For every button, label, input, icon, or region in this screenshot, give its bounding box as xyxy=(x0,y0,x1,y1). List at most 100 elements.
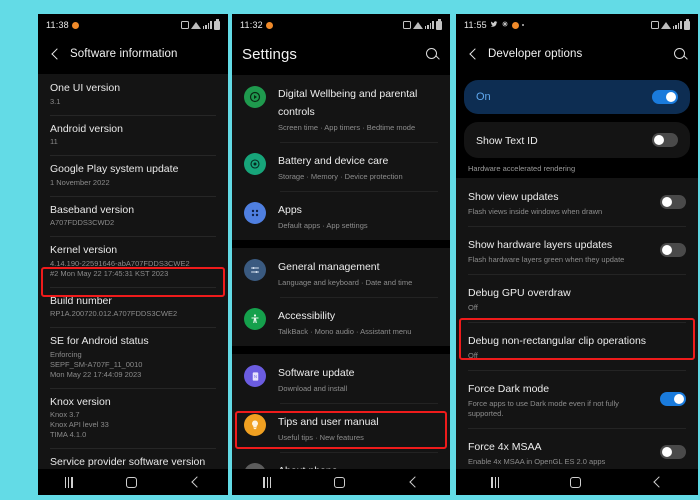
list-item[interactable]: Knox version Knox 3.7 Knox API level 33 … xyxy=(38,387,228,449)
status-bar: 11:55 xyxy=(456,14,698,36)
phone-panel-developer-options: 11:55 Developer options On Show Text ID … xyxy=(456,14,698,495)
list-item[interactable]: Google Play system update 1 November 202… xyxy=(38,155,228,196)
item-subtitle: Useful tips · New features xyxy=(278,433,364,442)
item-subtitle: Off xyxy=(468,351,478,360)
list-item[interactable]: Kernel version 4.14.190-22591646-abA707F… xyxy=(38,236,228,287)
software-info-list[interactable]: One UI version 3.1 Android version 11 Go… xyxy=(38,74,228,469)
navigation-bar xyxy=(38,469,228,495)
item-title: Build number xyxy=(50,294,112,307)
list-item-build-number[interactable]: Build number RP1A.200720.012.A707FDDS3CW… xyxy=(38,286,228,328)
dev-item-force-4x-msaa[interactable]: Force 4x MSAA Enable 4x MSAA in OpenGL E… xyxy=(456,428,698,469)
recent-apps-icon[interactable] xyxy=(64,476,73,488)
item-title: Digital Wellbeing and parental controls xyxy=(278,88,418,118)
chevron-left-icon[interactable] xyxy=(48,46,64,62)
settings-item-software-update[interactable]: N Software update Download and install xyxy=(232,354,450,403)
wifi-icon xyxy=(412,21,423,29)
show-view-updates-toggle[interactable] xyxy=(660,195,686,209)
force-dark-mode-toggle[interactable] xyxy=(660,392,686,406)
developer-options-master-toggle-row[interactable]: On xyxy=(464,80,690,114)
item-title: Force 4x MSAA xyxy=(468,441,542,453)
phone-panel-settings: 11:32 Settings Digital Wellbeing and par… xyxy=(232,14,450,495)
force-4x-msaa-toggle[interactable] xyxy=(660,445,686,459)
home-icon[interactable] xyxy=(570,476,582,488)
alarm-icon xyxy=(650,21,659,29)
signal-icon xyxy=(672,21,682,29)
list-item[interactable]: Android version 11 xyxy=(38,114,228,156)
notification-dot-icon xyxy=(511,21,519,29)
notification-dot-icon xyxy=(265,21,273,29)
item-subtitle: Language and keyboard · Date and time xyxy=(278,278,413,287)
item-title: Debug GPU overdraw xyxy=(468,287,571,299)
item-title: One UI version xyxy=(50,82,121,94)
item-subtitle: 1 November 2022 xyxy=(50,177,110,187)
settings-item-accessibility[interactable]: Accessibility TalkBack · Mono audio · As… xyxy=(232,297,450,346)
more-notifications-icon xyxy=(521,24,524,26)
item-subtitle: 4.14.190-22591646-abA707FDDS3CWE2 #2 Mon… xyxy=(50,258,190,278)
section-header-hardware-accelerated-rendering: Hardware accelerated rendering xyxy=(456,158,698,178)
app-bar: Settings xyxy=(232,36,450,75)
alarm-icon xyxy=(180,21,189,29)
group-divider xyxy=(456,114,698,122)
item-title: Kernel version xyxy=(50,244,118,256)
master-toggle-label: On xyxy=(476,91,491,103)
back-icon[interactable] xyxy=(191,476,203,488)
item-subtitle: Force apps to use Dark mode even if not … xyxy=(468,399,619,418)
list-item[interactable]: Service provider software version SAOMC_… xyxy=(38,448,228,469)
wellbeing-icon xyxy=(244,86,266,108)
item-subtitle: RP1A.200720.012.A707FDDS3CWE2 xyxy=(50,309,178,318)
list-item[interactable]: Baseband version A707FDDS3CWD2 xyxy=(38,195,228,237)
settings-item-about-phone[interactable]: About phone Status · Legal information ·… xyxy=(232,452,450,469)
settings-item-general-management[interactable]: General management Language and keyboard… xyxy=(232,248,450,297)
item-subtitle: Flash hardware layers green when they up… xyxy=(468,255,625,264)
item-subtitle: Default apps · App settings xyxy=(278,221,368,230)
signal-icon xyxy=(424,21,434,29)
item-subtitle: Screen time · App timers · Bedtime mode xyxy=(278,123,416,132)
settings-list[interactable]: Digital Wellbeing and parental controls … xyxy=(232,75,450,469)
chevron-left-icon[interactable] xyxy=(466,46,482,62)
status-bar: 11:32 xyxy=(232,14,450,36)
recent-apps-icon[interactable] xyxy=(263,476,272,488)
info-group: One UI version 3.1 Android version 11 Go… xyxy=(38,74,228,469)
item-subtitle: A707FDDS3CWD2 xyxy=(50,218,115,227)
developer-options-list[interactable]: On Show Text ID Hardware accelerated ren… xyxy=(456,74,698,469)
search-icon[interactable] xyxy=(425,47,440,62)
battery-icon xyxy=(436,19,442,30)
item-title: Debug non-rectangular clip operations xyxy=(468,335,647,347)
status-bar: 11:38 xyxy=(38,14,228,36)
wifi-icon xyxy=(660,21,671,29)
home-icon[interactable] xyxy=(334,476,346,488)
status-clock: 11:55 xyxy=(464,20,487,30)
dev-item-debug-non-rectangular-clip[interactable]: Debug non-rectangular clip operations Of… xyxy=(456,322,698,370)
back-icon[interactable] xyxy=(408,476,421,488)
dev-item-force-dark-mode[interactable]: Force Dark mode Force apps to use Dark m… xyxy=(456,370,698,428)
settings-item-battery-device-care[interactable]: Battery and device care Storage · Memory… xyxy=(232,142,450,191)
settings-item-digital-wellbeing[interactable]: Digital Wellbeing and parental controls … xyxy=(232,75,450,142)
dev-item-debug-gpu-overdraw[interactable]: Debug GPU overdraw Off xyxy=(456,274,698,322)
item-title: Show Text ID xyxy=(476,135,538,147)
apps-icon xyxy=(244,202,266,224)
dev-item-show-text-id[interactable]: Show Text ID xyxy=(464,122,690,158)
dev-group: Show view updates Flash views inside win… xyxy=(456,178,698,469)
search-icon[interactable] xyxy=(673,47,688,62)
settings-item-tips-user-manual[interactable]: Tips and user manual Useful tips · New f… xyxy=(232,403,450,452)
notification-dot-icon xyxy=(71,21,79,29)
list-item[interactable]: One UI version 3.1 xyxy=(38,74,228,115)
show-text-id-toggle[interactable] xyxy=(652,133,678,147)
settings-group: Digital Wellbeing and parental controls … xyxy=(232,75,450,240)
home-icon[interactable] xyxy=(126,476,138,488)
recent-apps-icon[interactable] xyxy=(491,476,500,488)
list-item[interactable]: SE for Android status Enforcing SEPF_SM-… xyxy=(38,327,228,388)
dev-item-show-hardware-layers-updates[interactable]: Show hardware layers updates Flash hardw… xyxy=(456,226,698,274)
item-title: Knox version xyxy=(50,395,111,408)
dev-item-show-view-updates[interactable]: Show view updates Flash views inside win… xyxy=(456,178,698,226)
battery-care-icon xyxy=(244,153,266,175)
master-toggle[interactable] xyxy=(652,90,678,104)
show-hardware-layers-toggle[interactable] xyxy=(660,243,686,257)
app-bar: Developer options xyxy=(456,36,698,74)
info-icon xyxy=(244,463,266,469)
back-icon[interactable] xyxy=(652,476,665,488)
settings-item-apps[interactable]: Apps Default apps · App settings xyxy=(232,191,450,240)
app-bar: Software information xyxy=(38,36,228,74)
wifi-icon xyxy=(190,21,201,29)
group-divider xyxy=(232,240,450,248)
